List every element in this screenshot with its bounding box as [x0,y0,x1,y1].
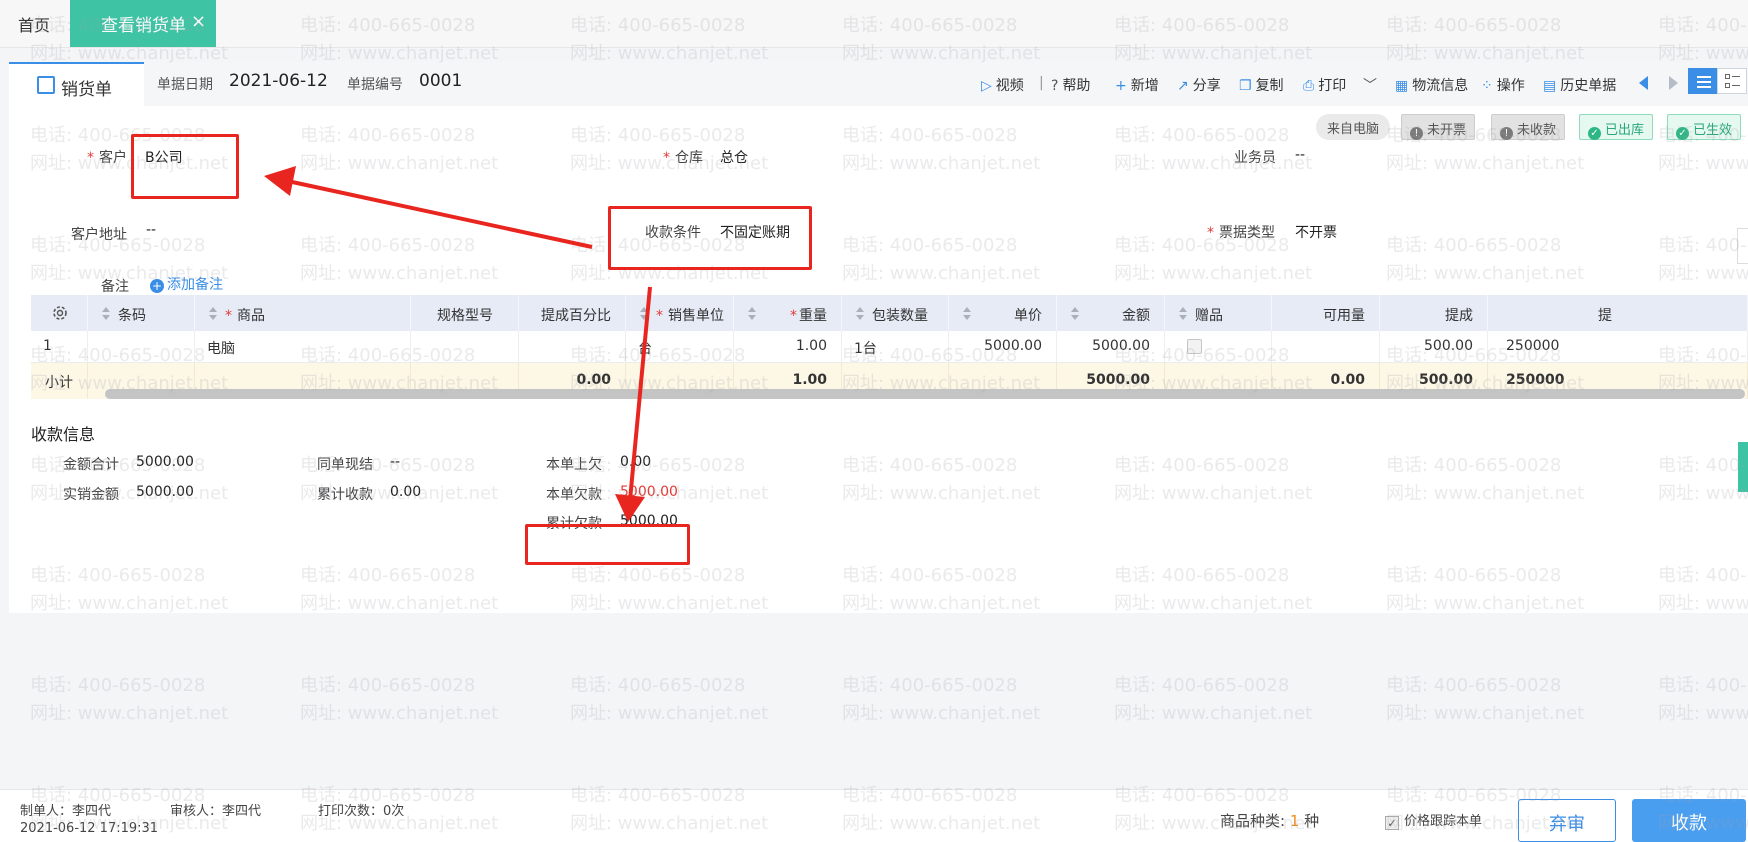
arrow-to-customer [282,178,593,249]
arrowhead-customer [264,166,296,196]
callout-arrows [264,166,652,522]
arrow-to-debt [628,286,652,501]
arrowhead-debt [615,494,645,522]
